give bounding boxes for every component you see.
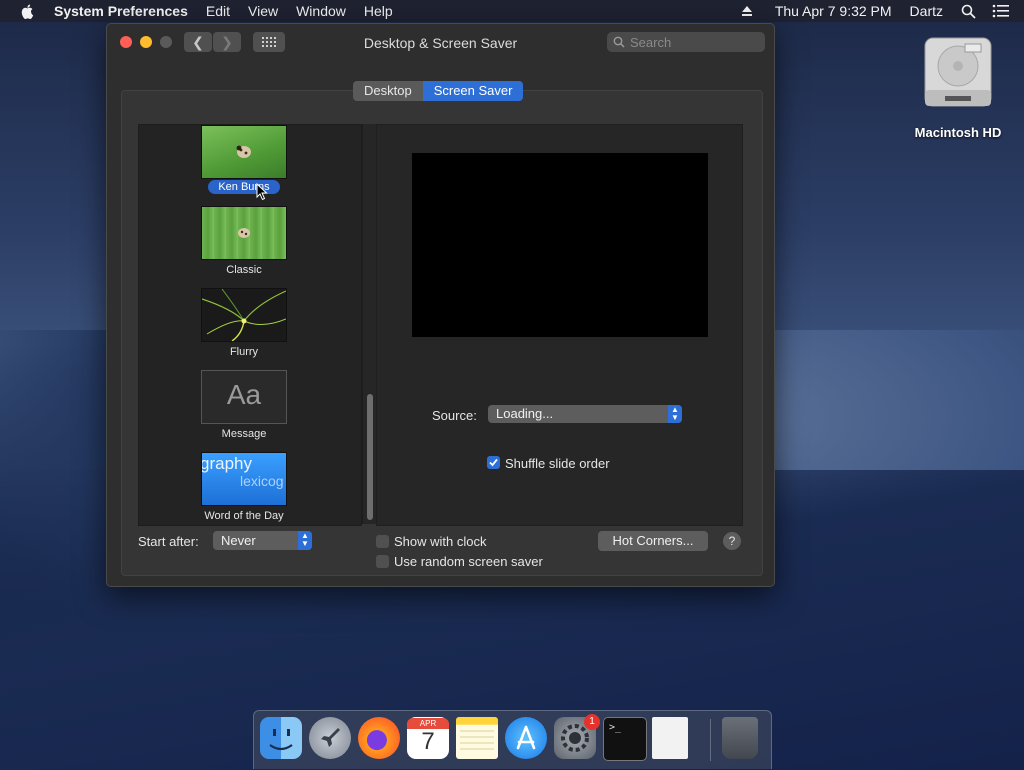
- search-icon: [613, 36, 625, 48]
- screen-saver-list[interactable]: Ken Burns Classic Flurry Aa Message grap…: [138, 124, 362, 526]
- menubar-user[interactable]: Dartz: [910, 3, 943, 19]
- spotlight-icon[interactable]: [961, 4, 976, 19]
- search-placeholder: Search: [630, 34, 672, 50]
- system-preferences-window: ❮ ❯ Desktop & Screen Saver Search Deskto…: [106, 23, 775, 587]
- trash-icon[interactable]: [722, 717, 758, 759]
- notification-badge: 1: [584, 714, 600, 730]
- shuffle-checkbox[interactable]: [487, 456, 500, 469]
- saver-label-ken-burns[interactable]: Ken Burns: [139, 180, 349, 194]
- search-field[interactable]: Search: [607, 32, 765, 52]
- menu-app-name[interactable]: System Preferences: [54, 3, 188, 19]
- document-icon[interactable]: [652, 717, 688, 759]
- hot-corners-button[interactable]: Hot Corners...: [598, 531, 708, 551]
- classic-thumbnail[interactable]: [201, 206, 287, 260]
- notification-center-icon[interactable]: [992, 4, 1010, 18]
- menu-edit[interactable]: Edit: [206, 3, 230, 19]
- word-of-the-day-thumbnail[interactable]: graphy lexicog: [201, 452, 287, 506]
- apple-menu-icon[interactable]: [20, 3, 36, 19]
- list-scrollbar[interactable]: [362, 124, 377, 524]
- random-saver-checkbox[interactable]: [376, 555, 389, 568]
- mouse-pointer-icon: [256, 183, 268, 201]
- show-clock-label[interactable]: Show with clock: [394, 534, 486, 549]
- calendar-icon[interactable]: APR 7: [407, 717, 449, 759]
- app-store-icon[interactable]: [505, 717, 547, 759]
- menubar-clock[interactable]: Thu Apr 7 9:32 PM: [775, 3, 892, 19]
- launchpad-icon[interactable]: [309, 717, 351, 759]
- terminal-prompt-icon: >_: [609, 722, 622, 733]
- word-thumb-text-2: lexicog: [240, 473, 284, 489]
- terminal-icon[interactable]: >_: [603, 717, 647, 761]
- screen-saver-preview[interactable]: [412, 153, 708, 337]
- menu-bar: System Preferences Edit View Window Help…: [0, 0, 1024, 22]
- finder-icon[interactable]: [260, 717, 302, 759]
- start-after-dropdown[interactable]: Never ▲ ▼: [213, 531, 312, 550]
- start-after-value: Never: [221, 533, 256, 548]
- message-thumbnail[interactable]: Aa: [201, 370, 287, 424]
- saver-label-flurry[interactable]: Flurry: [139, 346, 349, 358]
- hard-drive-icon[interactable]: [921, 34, 995, 110]
- start-after-label: Start after:: [138, 534, 199, 549]
- dropdown-arrows-icon: ▲ ▼: [298, 531, 312, 550]
- scrollbar-thumb[interactable]: [367, 394, 373, 520]
- notes-icon[interactable]: [456, 717, 498, 759]
- saver-label-classic[interactable]: Classic: [139, 264, 349, 276]
- dropdown-arrows-icon: ▲ ▼: [668, 405, 682, 423]
- eject-icon[interactable]: [741, 5, 753, 17]
- shuffle-label[interactable]: Shuffle slide order: [505, 456, 610, 471]
- menu-window[interactable]: Window: [296, 3, 346, 19]
- source-value: Loading...: [496, 406, 554, 421]
- saver-label-message[interactable]: Message: [139, 428, 349, 440]
- hard-drive-image: [924, 37, 992, 107]
- finder-face-icon: [269, 729, 293, 751]
- saver-label-word-of-the-day[interactable]: Word of the Day: [139, 510, 349, 522]
- show-clock-checkbox[interactable]: [376, 535, 389, 548]
- word-thumb-text: graphy: [201, 454, 252, 473]
- menu-view[interactable]: View: [248, 3, 278, 19]
- ken-burns-label: Ken Burns: [208, 180, 280, 194]
- app-store-a-icon: [516, 725, 536, 750]
- hard-drive-label[interactable]: Macintosh HD: [890, 125, 1024, 140]
- flurry-thumbnail[interactable]: [201, 288, 287, 342]
- ladybug-image: [236, 145, 251, 158]
- random-saver-label[interactable]: Use random screen saver: [394, 554, 543, 569]
- firefox-icon[interactable]: [358, 717, 400, 759]
- tab-desktop[interactable]: Desktop: [353, 81, 423, 101]
- message-thumb-text: Aa: [226, 379, 262, 410]
- tab-control: Desktop Screen Saver: [353, 81, 524, 101]
- preview-pane: Source: Loading... ▲ ▼ Shuffle slide orde…: [376, 124, 743, 526]
- notes-lines-icon: [460, 730, 494, 750]
- calendar-day: 7: [421, 728, 435, 755]
- ken-burns-thumbnail[interactable]: [201, 125, 287, 179]
- checkmark-icon: [489, 458, 498, 467]
- ladybug-image: [238, 228, 250, 238]
- flurry-image: [201, 288, 287, 342]
- title-bar[interactable]: ❮ ❯ Desktop & Screen Saver Search: [107, 24, 774, 62]
- dock-separator: [710, 719, 711, 761]
- source-label: Source:: [432, 408, 477, 423]
- tab-screen-saver[interactable]: Screen Saver: [422, 81, 524, 101]
- source-dropdown[interactable]: Loading... ▲ ▼: [488, 405, 682, 423]
- help-button[interactable]: ?: [723, 532, 741, 550]
- rocket-icon: [321, 728, 340, 747]
- dock: APR 7 1 >_: [253, 710, 772, 769]
- menu-help[interactable]: Help: [364, 3, 393, 19]
